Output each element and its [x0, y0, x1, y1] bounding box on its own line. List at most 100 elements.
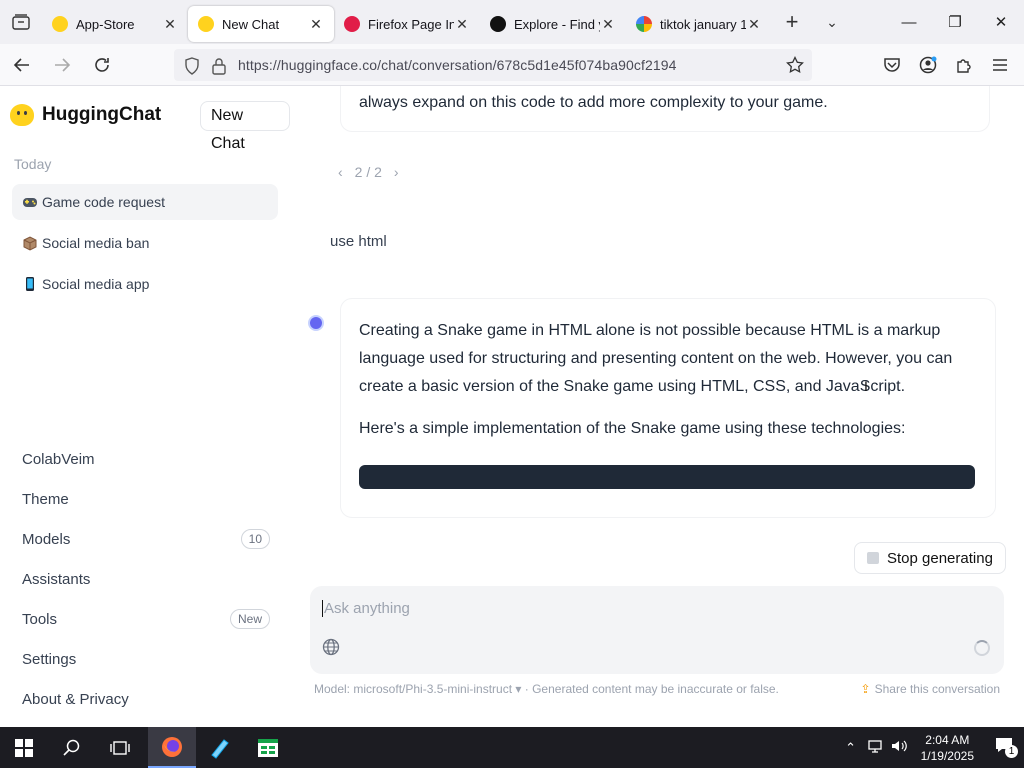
- conversation-item-social-media-app[interactable]: Social media app: [12, 266, 278, 302]
- maximize-button[interactable]: ❐: [932, 0, 978, 44]
- sidebar-item-about-privacy[interactable]: About & Privacy: [12, 679, 278, 719]
- conversation-label: Social media app: [42, 276, 150, 292]
- close-window-button[interactable]: ✕: [978, 0, 1024, 44]
- assistant-paragraph: Creating a Snake game in HTML alone is n…: [359, 322, 953, 395]
- sidebar-item-label: Tools: [22, 610, 58, 628]
- tab-title: Firefox Page Info: [368, 16, 454, 32]
- tiktok-icon: [490, 16, 506, 32]
- lock-icon[interactable]: [212, 57, 226, 75]
- tab-tiktok-explore[interactable]: Explore - Find yo ✕: [480, 6, 626, 42]
- chevron-right-icon[interactable]: ›: [394, 164, 399, 180]
- sidebar-item-label: Theme: [22, 490, 69, 508]
- tab-title: App-Store: [76, 16, 135, 32]
- shield-icon[interactable]: [184, 57, 200, 75]
- stop-icon: [867, 552, 879, 564]
- sidebar-item-label: Settings: [22, 650, 77, 668]
- notification-center-button[interactable]: 1: [984, 737, 1024, 758]
- models-count-badge: 10: [240, 529, 270, 549]
- extensions-button[interactable]: [946, 49, 982, 81]
- sidebar-item-account[interactable]: ColabVeim: [12, 439, 278, 479]
- tab-google-search[interactable]: tiktok january 19 ✕: [626, 6, 772, 42]
- bookmark-star-icon[interactable]: [786, 56, 804, 74]
- new-chat-button[interactable]: New Chat: [200, 101, 290, 152]
- chat-composer[interactable]: Ask anything: [310, 586, 1004, 674]
- window-controls: — ❐ ✕: [886, 0, 1024, 44]
- conversation-item-social-media-ban[interactable]: Social media ban: [12, 225, 278, 261]
- sidebar-item-tools[interactable]: Tools New: [12, 599, 278, 639]
- task-view-button[interactable]: [96, 727, 144, 768]
- clock-date: 1/19/2025: [920, 748, 974, 763]
- close-tab-icon[interactable]: ✕: [454, 16, 470, 33]
- back-button[interactable]: [4, 49, 40, 81]
- arrow-left-icon: [13, 57, 29, 72]
- account-button[interactable]: [910, 49, 946, 81]
- disclaimer-text: · Generated content may be inaccurate or…: [521, 682, 779, 696]
- url-text: https://huggingface.co/chat/conversation…: [238, 57, 677, 73]
- sidebar-item-label: Assistants: [22, 570, 91, 588]
- stop-generating-button[interactable]: Stop generating: [854, 542, 1006, 574]
- network-icon[interactable]: [863, 739, 887, 756]
- model-footnote: Model: microsoft/Phi-3.5-mini-instruct ▾…: [314, 682, 779, 696]
- assistant-paragraph: Here's a simple implementation of the Sn…: [359, 420, 906, 437]
- firefox-page-info-icon: [344, 16, 360, 32]
- minimize-button[interactable]: —: [886, 0, 932, 44]
- share-icon: ⇪: [860, 682, 871, 696]
- system-tray: ⌃ 2:04 AM 1/19/2025 1: [839, 727, 1024, 768]
- sidebar-item-label: Models: [22, 530, 71, 548]
- conversation-item-game-code-request[interactable]: Game code request: [12, 184, 278, 220]
- globe-icon[interactable]: [322, 638, 340, 656]
- task-view-icon: [110, 740, 130, 755]
- chat-main: always expand on this code to add more c…: [290, 86, 1024, 727]
- sidebar-item-settings[interactable]: Settings: [12, 639, 278, 679]
- search-button[interactable]: [48, 727, 96, 768]
- close-tab-icon[interactable]: ✕: [308, 16, 324, 33]
- model-selector-link[interactable]: Model: microsoft/Phi-3.5-mini-instruct: [314, 682, 512, 696]
- tab-list-button[interactable]: [0, 0, 42, 44]
- puzzle-icon: [957, 59, 971, 73]
- forward-button[interactable]: [44, 49, 80, 81]
- tab-title: tiktok january 19: [660, 16, 746, 32]
- windows-logo-icon: [15, 738, 33, 757]
- brand-name: HuggingChat: [42, 104, 162, 125]
- url-bar[interactable]: https://huggingface.co/chat/conversation…: [174, 49, 812, 81]
- volume-icon[interactable]: [887, 739, 911, 756]
- share-conversation-button[interactable]: ⇪ Share this conversation: [861, 682, 1000, 696]
- chevron-down-icon[interactable]: ⌄: [812, 14, 852, 31]
- previous-assistant-text: always expand on this code to add more c…: [359, 94, 828, 111]
- reload-button[interactable]: [84, 49, 120, 81]
- close-tab-icon[interactable]: ✕: [600, 16, 616, 33]
- sidebar-item-models[interactable]: Models 10: [12, 519, 278, 559]
- hugging-face-logo-icon: [10, 104, 34, 126]
- close-tab-icon[interactable]: ✕: [162, 16, 178, 33]
- hugging-face-icon: [52, 16, 68, 32]
- package-icon: [22, 235, 38, 251]
- google-icon: [636, 16, 652, 32]
- conversation-label: Social media ban: [42, 235, 150, 251]
- tab-firefox-page-info[interactable]: Firefox Page Info ✕: [334, 6, 480, 42]
- message-input[interactable]: Ask anything: [322, 600, 410, 617]
- tab-app-store[interactable]: App-Store ✕: [42, 6, 188, 42]
- menu-button[interactable]: [982, 49, 1018, 81]
- taskbar: ⌃ 2:04 AM 1/19/2025 1: [0, 727, 1024, 768]
- reload-icon: [95, 57, 109, 72]
- start-button[interactable]: [0, 727, 48, 768]
- chevron-up-icon[interactable]: ⌃: [839, 740, 863, 756]
- close-tab-icon[interactable]: ✕: [746, 16, 762, 33]
- firefox-icon: [162, 736, 182, 757]
- app-window-icon: [258, 738, 278, 757]
- tab-new-chat[interactable]: New Chat ✕: [188, 6, 334, 42]
- taskbar-calculator-app[interactable]: [244, 727, 292, 768]
- taskbar-firefox[interactable]: [148, 727, 196, 768]
- sidebar-item-assistants[interactable]: Assistants: [12, 559, 278, 599]
- text-cursor-icon: I: [864, 378, 868, 394]
- sidebar-item-theme[interactable]: Theme: [12, 479, 278, 519]
- brand-link[interactable]: HuggingChat: [10, 104, 161, 126]
- new-tab-button[interactable]: +: [772, 9, 812, 35]
- game-controller-icon: [22, 194, 38, 210]
- pocket-button[interactable]: [874, 49, 910, 81]
- account-icon: [919, 56, 937, 74]
- taskbar-clock[interactable]: 2:04 AM 1/19/2025: [921, 732, 974, 764]
- taskbar-notes-app[interactable]: [196, 727, 244, 768]
- chevron-left-icon[interactable]: ‹: [338, 164, 343, 180]
- share-label: Share this conversation: [874, 682, 1000, 696]
